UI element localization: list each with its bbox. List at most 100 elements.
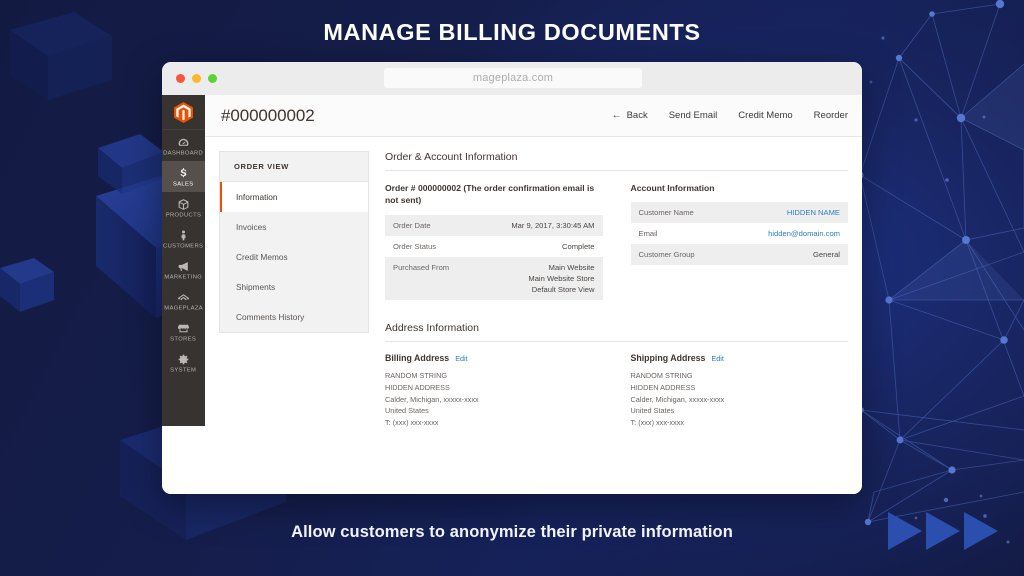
- back-button[interactable]: ← Back: [612, 110, 648, 121]
- arrow-left-icon: ←: [611, 109, 622, 121]
- box-icon: [177, 198, 190, 211]
- sidebar-item-label: CUSTOMERS: [163, 241, 204, 250]
- sidebar-item-label: PRODUCTS: [165, 210, 202, 219]
- row-key: Order Date: [385, 214, 477, 236]
- row-key: Order Status: [385, 235, 477, 257]
- order-view-item-shipments[interactable]: Shipments: [220, 272, 368, 302]
- edit-shipping-address-link[interactable]: Edit: [711, 354, 723, 363]
- send-email-button[interactable]: Send Email: [669, 110, 718, 121]
- order-information-table: Order Date Mar 9, 2017, 3:30:45 AM Order…: [385, 214, 603, 300]
- order-view-panel: ORDER VIEW Information Invoices Credit M…: [219, 151, 369, 333]
- admin-sidebar: DASHBOARD SALES PRODUCTS CUSTOMERS MARKE…: [162, 95, 205, 426]
- address-line: T: (xxx) xxx-xxxx: [385, 418, 439, 428]
- address-line: Calder, Michigan, xxxxx-xxxx: [385, 394, 479, 404]
- header-actions: ← Back Send Email Credit Memo Reorder: [612, 110, 848, 121]
- order-information-block: Order # 000000002 (The order confirmatio…: [385, 182, 603, 300]
- sidebar-item-label: MAGEPLAZA: [164, 303, 203, 312]
- close-button[interactable]: [176, 74, 185, 83]
- credit-memo-button[interactable]: Credit Memo: [738, 110, 792, 121]
- shipping-address-lines: RANDOM STRING HIDDEN ADDRESS Calder, Mic…: [631, 370, 849, 429]
- address-line: HIDDEN ADDRESS: [630, 382, 696, 392]
- address-line: HIDDEN ADDRESS: [385, 382, 450, 392]
- sidebar-item-label: STORES: [170, 334, 197, 343]
- gear-icon: [177, 353, 190, 366]
- dashboard-icon: [177, 136, 190, 149]
- address-bar[interactable]: mageplaza.com: [384, 68, 642, 88]
- admin-header: #000000002 ← Back Send Email Credit Memo…: [205, 95, 862, 137]
- admin-content: #000000002 ← Back Send Email Credit Memo…: [205, 95, 862, 494]
- row-key: Purchased From: [385, 256, 477, 300]
- table-row: Email hidden@domain.com: [630, 223, 848, 245]
- order-view-title: ORDER VIEW: [220, 152, 368, 182]
- maximize-button[interactable]: [208, 74, 217, 83]
- arch-icon: [177, 291, 190, 304]
- account-information-block: Account Information Customer Name HIDDEN…: [630, 182, 848, 300]
- minimize-button[interactable]: [192, 74, 201, 83]
- dollar-icon: [177, 167, 190, 180]
- order-view-item-credit-memos[interactable]: Credit Memos: [220, 242, 368, 272]
- browser-viewport: DASHBOARD SALES PRODUCTS CUSTOMERS MARKE…: [162, 95, 862, 494]
- address-line: RANDOM STRING: [385, 370, 448, 380]
- sidebar-item-label: SALES: [173, 179, 194, 188]
- table-row: Customer Name HIDDEN NAME: [630, 202, 848, 224]
- sidebar-item-dashboard[interactable]: DASHBOARD: [162, 130, 205, 161]
- address-bar-url: mageplaza.com: [472, 72, 554, 84]
- address-section-title: Address Information: [385, 322, 848, 342]
- store-icon: [177, 322, 190, 335]
- megaphone-icon: [177, 260, 190, 273]
- order-title: Order # 000000002 (The order confirmatio…: [385, 183, 595, 206]
- page-title: #000000002: [221, 105, 315, 125]
- row-value: General: [728, 244, 848, 266]
- sidebar-item-sales[interactable]: SALES: [162, 161, 205, 192]
- information-content: Order & Account Information Order # 0000…: [369, 151, 862, 429]
- sidebar-item-stores[interactable]: STORES: [162, 316, 205, 347]
- address-line: United States: [385, 406, 429, 416]
- sidebar-item-mageplaza[interactable]: MAGEPLAZA: [162, 285, 205, 316]
- sidebar-item-marketing[interactable]: MARKETING: [162, 254, 205, 285]
- sidebar-item-system[interactable]: SYSTEM: [162, 347, 205, 378]
- sidebar-item-label: MARKETING: [164, 272, 203, 281]
- address-columns: Billing Address Edit RANDOM STRING HIDDE…: [385, 353, 848, 429]
- reorder-button[interactable]: Reorder: [814, 110, 848, 121]
- window-controls: [176, 74, 217, 83]
- magento-logo-icon[interactable]: [162, 95, 205, 130]
- order-view-item-comments-history[interactable]: Comments History: [220, 302, 368, 332]
- address-line: RANDOM STRING: [630, 370, 693, 380]
- customer-name-link[interactable]: HIDDEN NAME: [728, 202, 848, 224]
- order-account-columns: Order # 000000002 (The order confirmatio…: [385, 182, 848, 300]
- table-row: Purchased From Main Website Main Website …: [385, 256, 603, 300]
- account-information-table: Customer Name HIDDEN NAME Email hidden@d…: [630, 202, 848, 266]
- row-value: Complete: [476, 235, 603, 257]
- order-view-item-invoices[interactable]: Invoices: [220, 212, 368, 242]
- table-row: Order Status Complete: [385, 235, 603, 257]
- person-icon: [177, 229, 190, 242]
- address-section: Address Information Billing Address Edit…: [385, 322, 848, 429]
- sidebar-item-customers[interactable]: CUSTOMERS: [162, 223, 205, 254]
- address-line: United States: [630, 406, 675, 416]
- page-headline: MANAGE BILLING DOCUMENTS: [323, 19, 701, 45]
- billing-address-title: Billing Address: [385, 352, 450, 363]
- back-button-label: Back: [626, 110, 648, 121]
- network-faint-planes: [889, 64, 1024, 300]
- account-title: Account Information: [630, 183, 715, 193]
- billing-address-lines: RANDOM STRING HIDDEN ADDRESS Calder, Mic…: [385, 370, 603, 429]
- billing-address-header: Billing Address Edit: [385, 353, 603, 363]
- sidebar-item-label: SYSTEM: [170, 365, 197, 374]
- browser-window: mageplaza.com DASHBOARD SALES PRODUCTS C…: [162, 62, 862, 494]
- sidebar-item-products[interactable]: PRODUCTS: [162, 192, 205, 223]
- admin-main: ORDER VIEW Information Invoices Credit M…: [205, 137, 862, 429]
- row-key: Email: [630, 223, 729, 245]
- edit-billing-address-link[interactable]: Edit: [455, 354, 467, 363]
- shipping-address-header: Shipping Address Edit: [631, 353, 849, 363]
- address-line: Calder, Michigan, xxxxx-xxxx: [630, 394, 725, 404]
- cube-edge-left: [0, 258, 54, 312]
- shipping-address-block: Shipping Address Edit RANDOM STRING HIDD…: [631, 353, 849, 429]
- row-value: Mar 9, 2017, 3:30:45 AM: [476, 214, 603, 236]
- browser-titlebar: mageplaza.com: [162, 62, 862, 95]
- order-view-item-information[interactable]: Information: [220, 182, 368, 212]
- customer-email-link[interactable]: hidden@domain.com: [728, 223, 848, 245]
- row-key: Customer Name: [630, 202, 729, 224]
- table-row: Order Date Mar 9, 2017, 3:30:45 AM: [385, 214, 603, 236]
- page-caption: Allow customers to anonymize their priva…: [291, 523, 733, 541]
- billing-address-block: Billing Address Edit RANDOM STRING HIDDE…: [385, 353, 603, 429]
